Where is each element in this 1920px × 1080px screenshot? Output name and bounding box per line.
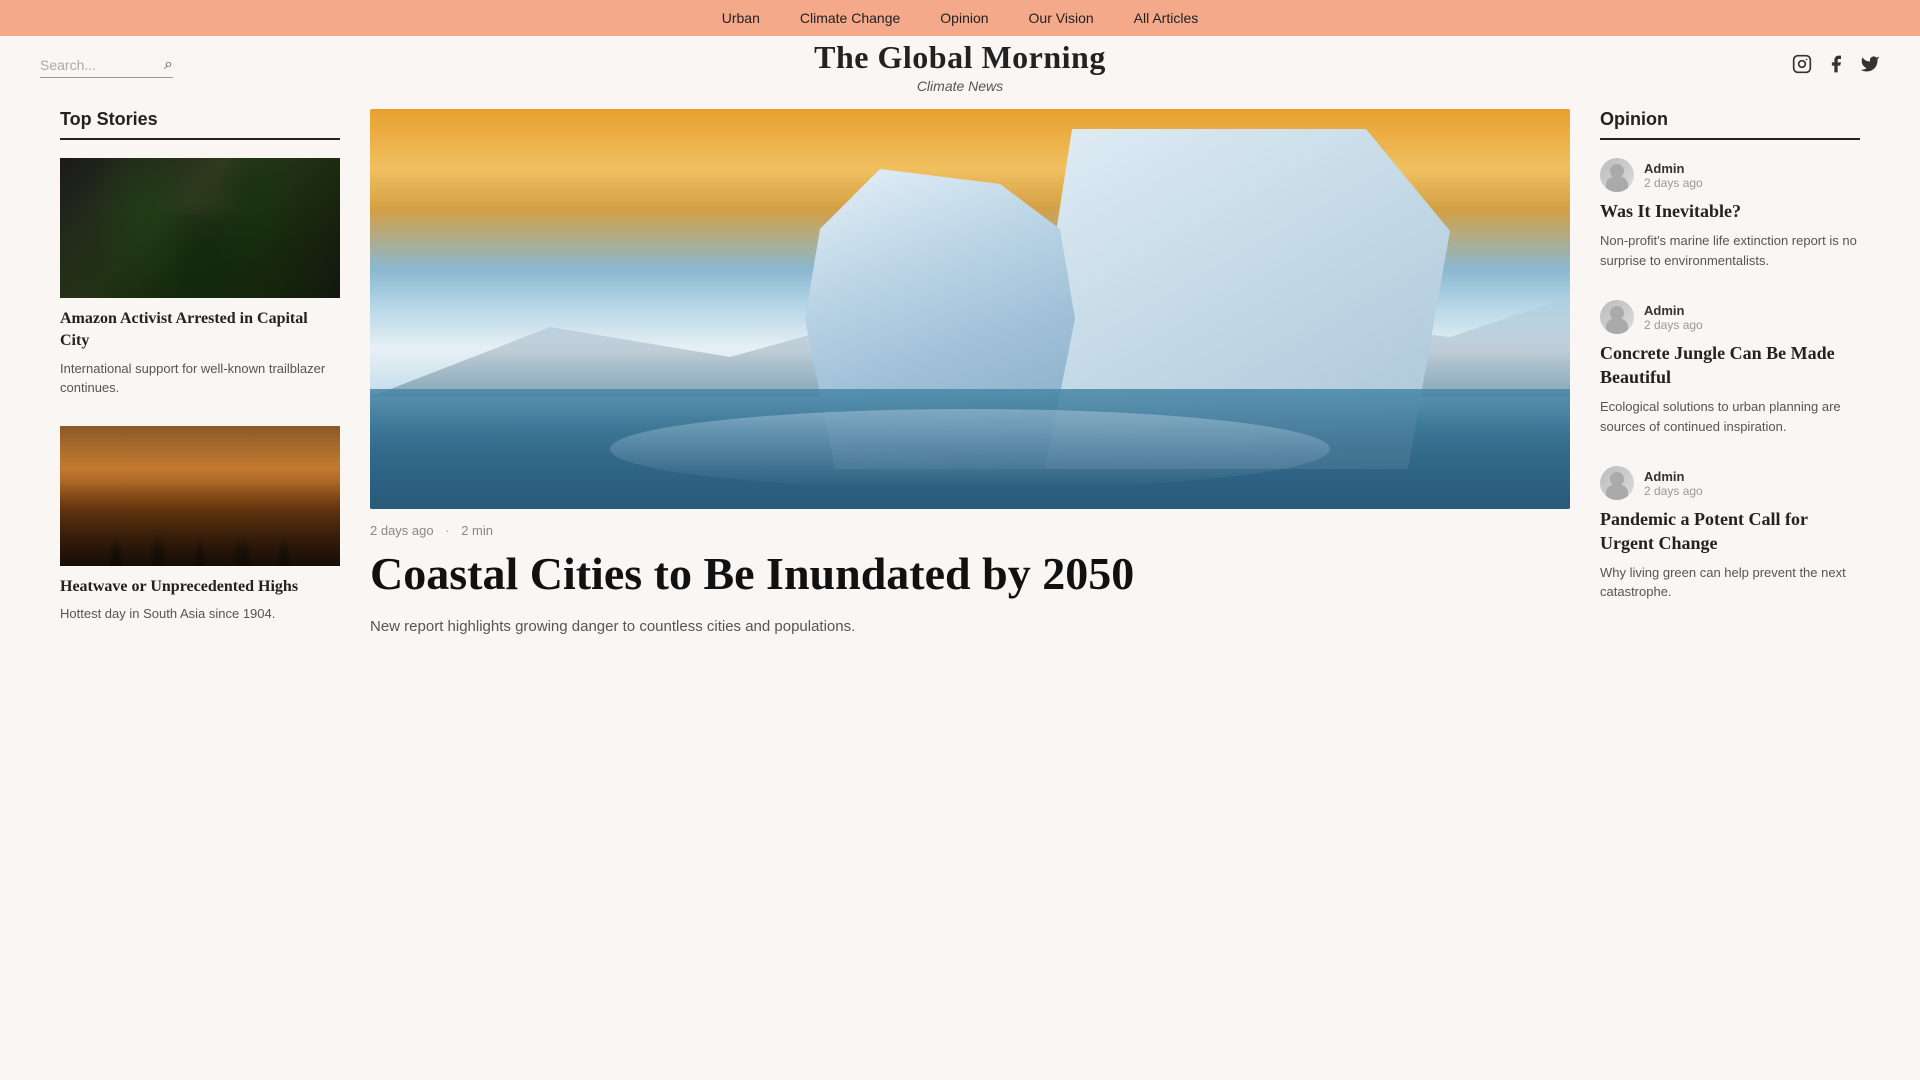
twitter-icon[interactable] [1860,54,1880,79]
article-time: 2 days ago [370,523,434,538]
author-avatar-0 [1600,158,1634,192]
search-form: ⌕ [40,56,173,78]
author-avatar-1 [1600,300,1634,334]
meta-separator: · [445,523,449,538]
story-image-amazon [60,158,340,298]
author-name-1: Admin [1644,303,1703,318]
story-title-heatwave: Heatwave or Unprecedented Highs [60,576,340,598]
author-time-1: 2 days ago [1644,318,1703,332]
main-content: 2 days ago · 2 min Coastal Cities to Be … [370,109,1570,652]
story-title-amazon: Amazon Activist Arrested in Capital City [60,308,340,353]
story-card-heatwave[interactable]: Heatwave or Unprecedented Highs Hottest … [60,426,340,624]
opinion-desc-2: Why living green can help prevent the ne… [1600,563,1860,602]
article-read-time: 2 min [461,523,493,538]
story-card-amazon[interactable]: Amazon Activist Arrested in Capital City… [60,158,340,398]
opinion-desc-1: Ecological solutions to urban planning a… [1600,397,1860,436]
article-meta: 2 days ago · 2 min [370,523,1570,538]
opinion-author-2: Admin 2 days ago [1600,466,1860,500]
header-center: The Global Morning Climate News [814,39,1106,94]
nav-item-all-articles[interactable]: All Articles [1134,10,1199,26]
article-subtitle: New report highlights growing danger to … [370,615,1570,639]
opinion-headline-1: Concrete Jungle Can Be Made Beautiful [1600,342,1860,389]
author-time-2: 2 days ago [1644,484,1703,498]
instagram-icon[interactable] [1792,54,1812,79]
leaf-overlay [60,158,340,298]
search-button[interactable]: ⌕ [160,56,173,74]
main-article-image [370,109,1570,509]
site-subtitle: Climate News [814,78,1106,94]
top-nav: Urban Climate Change Opinion Our Vision All … [0,0,1920,36]
top-stories-title: Top Stories [60,109,340,140]
nav-item-our-vision[interactable]: Our Vision [1029,10,1094,26]
author-name-0: Admin [1644,161,1703,176]
opinion-author-0: Admin 2 days ago [1600,158,1860,192]
left-sidebar: Top Stories Amazon Activist Arrested in … [60,109,340,652]
article-title: Coastal Cities to Be Inundated by 2050 [370,548,1570,601]
nav-item-climate-change[interactable]: Climate Change [800,10,900,26]
opinion-headline-2: Pandemic a Potent Call for Urgent Change [1600,508,1860,555]
nav-item-opinion[interactable]: Opinion [940,10,988,26]
glacier-reflection [610,409,1330,489]
main-wrapper: Top Stories Amazon Activist Arrested in … [0,89,1920,692]
story-image-fire [60,426,340,566]
story-desc-amazon: International support for well-known tra… [60,359,340,398]
opinion-desc-0: Non-profit's marine life extinction repo… [1600,231,1860,270]
nav-item-urban[interactable]: Urban [722,10,760,26]
right-sidebar: Opinion Admin 2 days ago Was It Inevitab… [1600,109,1860,652]
opinion-card-1[interactable]: Admin 2 days ago Concrete Jungle Can Be … [1600,300,1860,436]
social-icons [1792,54,1880,79]
opinion-headline-0: Was It Inevitable? [1600,200,1860,223]
glacier-illustration [370,109,1570,509]
author-avatar-2 [1600,466,1634,500]
opinion-card-2[interactable]: Admin 2 days ago Pandemic a Potent Call … [1600,466,1860,602]
author-info-2: Admin 2 days ago [1644,469,1703,498]
search-input[interactable] [40,57,160,73]
opinion-author-1: Admin 2 days ago [1600,300,1860,334]
opinion-card-0[interactable]: Admin 2 days ago Was It Inevitable? Non-… [1600,158,1860,270]
author-info-1: Admin 2 days ago [1644,303,1703,332]
author-time-0: 2 days ago [1644,176,1703,190]
fire-trees [60,496,340,566]
site-header: ⌕ The Global Morning Climate News [0,36,1920,79]
opinion-title: Opinion [1600,109,1860,140]
story-desc-heatwave: Hottest day in South Asia since 1904. [60,604,340,624]
facebook-icon[interactable] [1826,54,1846,79]
author-info-0: Admin 2 days ago [1644,161,1703,190]
site-title: The Global Morning [814,39,1106,76]
author-name-2: Admin [1644,469,1703,484]
